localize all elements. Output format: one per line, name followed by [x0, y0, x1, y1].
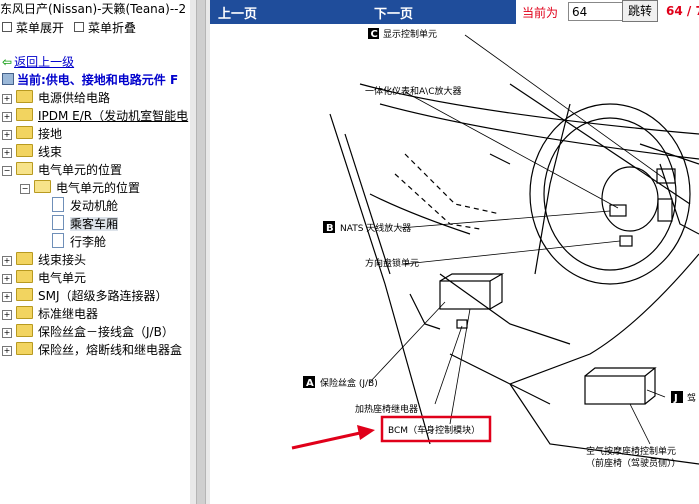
menu-expand-button[interactable]: 菜单展开: [2, 19, 64, 37]
tree-item-fuse-junction[interactable]: + 保险丝盒－接线盒（J/B）: [2, 323, 174, 341]
folder-icon: [16, 126, 33, 139]
document-icon: [52, 197, 64, 212]
expand-plus-icon[interactable]: +: [2, 94, 12, 104]
expand-plus-icon[interactable]: +: [2, 346, 12, 356]
tree-item-harness[interactable]: + 线束: [2, 143, 62, 161]
menu-collapse-button[interactable]: 菜单折叠: [74, 19, 136, 37]
tree-item-unit-location-sub[interactable]: − 电气单元的位置: [20, 179, 140, 197]
computer-icon: [2, 73, 14, 85]
left-nav-panel: 东风日产(Nissan)-天籁(Teana)--2 菜单展开 菜单折叠 ⇦ 返回上…: [0, 0, 190, 504]
tree-item-luggage[interactable]: 行李舱: [52, 233, 106, 251]
folder-icon: [16, 288, 33, 301]
tree-item-electric-unit[interactable]: + 电气单元: [2, 269, 86, 287]
tree-item-smj[interactable]: + SMJ（超级多路连接器）: [2, 287, 168, 305]
frame-splitter[interactable]: [190, 0, 210, 504]
label-b: B NATS 天线放大器: [323, 221, 411, 234]
folder-icon: [16, 324, 33, 337]
tree-item-engine-room[interactable]: 发动机舱: [52, 197, 118, 215]
red-arrow-icon: [291, 425, 375, 450]
label-j: J 驾: [671, 391, 696, 404]
jump-button[interactable]: 跳转: [622, 0, 658, 22]
folder-icon: [16, 144, 33, 157]
expand-plus-icon[interactable]: +: [2, 274, 12, 284]
document-icon: [52, 215, 64, 230]
menu-bar: 菜单展开 菜单折叠: [0, 19, 190, 37]
folder-icon: [16, 108, 33, 121]
splitter-handle[interactable]: [196, 0, 206, 504]
tree-item-standard-relay[interactable]: + 标准继电器: [2, 305, 98, 323]
expand-plus-icon[interactable]: +: [2, 328, 12, 338]
svg-text:A: A: [306, 378, 314, 389]
page-jump-box: 当前为 跳转 64 / 7: [516, 0, 699, 24]
folder-icon: [16, 306, 33, 319]
svg-text:B: B: [326, 223, 334, 234]
tree-item-power-supply[interactable]: + 电源供给电路: [2, 89, 110, 107]
content-panel: 上一页 下一页 当前为 跳转 64 / 7: [210, 0, 699, 504]
label-seat-massage-sub: （前座椅（驾驶员侧））: [586, 457, 681, 469]
svg-text:J: J: [673, 393, 678, 404]
page-number-input[interactable]: [568, 2, 624, 21]
window-title: 东风日产(Nissan)-天籁(Teana)--2: [0, 0, 190, 18]
open-folder-icon: [34, 180, 51, 193]
expand-box-icon: [2, 22, 12, 32]
label-seat-heater-relay: 加热座椅继电器: [355, 403, 418, 415]
collapse-minus-icon[interactable]: −: [2, 166, 12, 176]
folder-icon: [16, 90, 33, 103]
label-c: C 显示控制单元: [368, 28, 437, 40]
current-path: 当前:供电、接地和电路元件 F: [2, 71, 178, 88]
label-bcm: BCM（车身控制模块）: [388, 424, 480, 436]
svg-text:显示控制单元: 显示控制单元: [383, 28, 437, 40]
page-count: 64 / 7: [666, 4, 699, 18]
svg-text:C: C: [371, 29, 378, 40]
folder-icon: [16, 252, 33, 265]
label-seat-massage: 空气按摩座椅控制单元: [586, 445, 676, 457]
prev-page-link[interactable]: 上一页: [218, 3, 257, 22]
collapse-minus-icon[interactable]: −: [20, 184, 30, 194]
svg-text:保险丝盒 (J/B): 保险丝盒 (J/B): [320, 377, 378, 389]
tree-item-unit-location[interactable]: − 电气单元的位置: [2, 161, 122, 179]
next-page-link[interactable]: 下一页: [374, 3, 413, 22]
tree-item-fuse-relay-box[interactable]: + 保险丝，熔断线和继电器盒: [2, 341, 182, 359]
expand-plus-icon[interactable]: +: [2, 130, 12, 140]
tree-item-harness-connector[interactable]: + 线束接头: [2, 251, 86, 269]
svg-text:NATS 天线放大器: NATS 天线放大器: [340, 222, 411, 234]
wiring-location-diagram: C 显示控制单元 一体化仪表和A\C放大器 B NATS 天线放大器 方向盘锁单…: [291, 28, 699, 469]
expand-plus-icon[interactable]: +: [2, 292, 12, 302]
label-steering-lock: 方向盘锁单元: [365, 257, 419, 269]
back-link[interactable]: ⇦ 返回上一级: [2, 53, 74, 70]
collapse-box-icon: [74, 22, 84, 32]
svg-text:驾: 驾: [687, 393, 696, 404]
expand-plus-icon[interactable]: +: [2, 310, 12, 320]
open-folder-icon: [16, 162, 33, 175]
tree-item-ipdm[interactable]: + IPDM E/R（发动机室智能电: [2, 107, 188, 125]
expand-plus-icon[interactable]: +: [2, 256, 12, 266]
current-page-label: 当前为: [522, 6, 559, 20]
expand-plus-icon[interactable]: +: [2, 148, 12, 158]
label-a: A 保险丝盒 (J/B): [303, 376, 378, 389]
tree-item-passenger-compartment[interactable]: 乘客车厢: [52, 215, 119, 233]
label-amplifier: 一体化仪表和A\C放大器: [365, 85, 461, 97]
page-nav-bar: 上一页 下一页 当前为 跳转 64 / 7: [210, 0, 699, 24]
document-icon: [52, 233, 64, 248]
folder-icon: [16, 270, 33, 283]
tree-item-ground[interactable]: + 接地: [2, 125, 62, 143]
back-arrow-icon: ⇦: [2, 55, 13, 69]
folder-icon: [16, 342, 33, 355]
expand-plus-icon[interactable]: +: [2, 112, 12, 122]
